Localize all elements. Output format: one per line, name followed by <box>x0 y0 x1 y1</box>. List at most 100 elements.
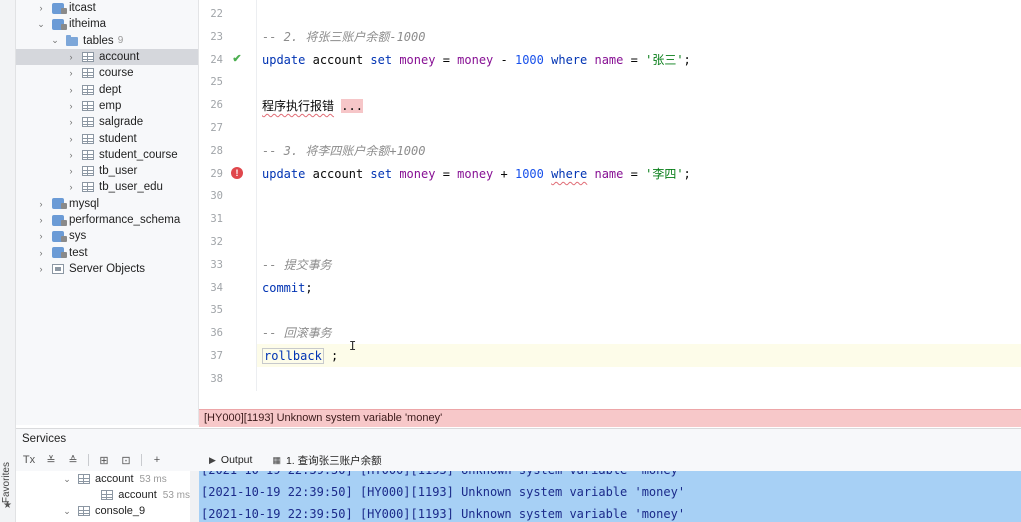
string-literal: '张三' <box>645 53 684 67</box>
tree-item-tb-user[interactable]: › tb_user <box>16 163 198 179</box>
semicolon: ; <box>683 167 691 181</box>
table-icon <box>82 133 94 144</box>
output-line: [2021-10-19 22:39:50] [HY000][1193] Unkn… <box>199 471 1021 481</box>
tab-output[interactable]: ▶ Output <box>199 449 262 471</box>
keyword: where <box>551 53 588 67</box>
chevron-right-icon[interactable]: › <box>66 182 76 192</box>
line-number: 27 <box>210 122 223 134</box>
tab-label: 1. 查询张三账户余额 <box>285 454 382 467</box>
toolbar-divider <box>141 454 142 466</box>
tree-item-student-course[interactable]: › student_course <box>16 147 198 163</box>
chevron-right-icon[interactable]: › <box>66 52 76 62</box>
semicolon: ; <box>323 349 339 363</box>
tree-item-sys[interactable]: › sys <box>16 228 198 244</box>
tree-item-salgrade[interactable]: › salgrade <box>16 114 198 130</box>
text-cursor-icon: I <box>349 339 357 353</box>
chevron-down-icon[interactable]: ⌄ <box>36 19 46 30</box>
tree-item-tables[interactable]: ⌄ tables 9 <box>16 33 198 49</box>
toolbar-divider <box>88 454 89 466</box>
line-number: 26 <box>210 99 223 112</box>
operator: - <box>500 53 508 67</box>
column-name: money <box>457 53 494 67</box>
chevron-right-icon[interactable]: › <box>66 134 76 144</box>
tree-item-emp[interactable]: › emp <box>16 98 198 114</box>
tree-item-server-objects[interactable]: › Server Objects <box>16 261 198 277</box>
keyword: set <box>370 167 393 181</box>
operator: = <box>442 167 450 181</box>
favorites-tab[interactable]: Favorites <box>1 462 12 503</box>
table-icon <box>82 100 94 111</box>
database-tree: › itcast ⌄ itheima ⌄ tables 9 › account › course › d… <box>16 0 199 425</box>
operator: = <box>630 53 638 67</box>
service-tree-item[interactable]: account 53 ms <box>16 487 190 503</box>
left-tool-strip: Favorites ★ <box>0 0 16 522</box>
line-number: 38 <box>210 372 223 385</box>
tab-query-result[interactable]: ▦ 1. 查询张三账户余额 <box>262 449 391 471</box>
tree-item-label: mysql <box>69 197 100 210</box>
code-comment: -- 回滚事务 <box>262 326 332 340</box>
tree-item-itcast[interactable]: › itcast <box>16 0 198 16</box>
tree-item-mysql[interactable]: › mysql <box>16 196 198 212</box>
line-number: 34 <box>210 281 223 294</box>
output-console[interactable]: [2021-10-19 22:39:50] [HY000][1193] Unkn… <box>199 471 1021 522</box>
transaction-mode-button[interactable]: Tx <box>22 454 36 466</box>
error-icon[interactable]: ! <box>231 167 243 179</box>
tree-item-tb-user-edu[interactable]: › tb_user_edu <box>16 179 198 195</box>
tree-item-test[interactable]: › test <box>16 244 198 260</box>
service-item-label: console_9 <box>95 505 146 517</box>
chevron-right-icon[interactable]: › <box>36 215 46 225</box>
keyword: update <box>262 167 306 181</box>
database-icon <box>52 214 67 226</box>
tree-item-course[interactable]: › course <box>16 65 198 81</box>
keyword: commit <box>262 281 306 295</box>
tree-item-label: tb_user <box>99 165 138 178</box>
expand-all-button[interactable]: ≚ <box>44 454 58 467</box>
error-text: 程序执行报错 <box>262 99 335 113</box>
chevron-right-icon[interactable]: › <box>66 150 76 160</box>
code-comment: -- 3. 将李四账户余额+1000 <box>262 144 426 158</box>
group-by-button[interactable]: ⊞ <box>97 454 111 467</box>
chevron-right-icon[interactable]: › <box>36 248 46 258</box>
chevron-right-icon[interactable]: › <box>36 3 46 13</box>
line-number: 36 <box>210 327 223 340</box>
service-tree-item[interactable]: ⌄ account 53 ms <box>16 471 190 487</box>
chevron-right-icon[interactable]: › <box>66 68 76 78</box>
chevron-right-icon[interactable]: › <box>66 166 76 176</box>
tree-item-performance-schema[interactable]: › performance_schema <box>16 212 198 228</box>
column-name: name <box>594 167 624 181</box>
add-service-button[interactable]: + <box>150 454 164 466</box>
chevron-down-icon[interactable]: ⌄ <box>62 474 72 485</box>
tree-item-itheima[interactable]: ⌄ itheima <box>16 16 198 32</box>
chevron-down-icon[interactable]: ⌄ <box>62 506 72 517</box>
chevron-right-icon[interactable]: › <box>36 264 46 274</box>
tree-item-label: Server Objects <box>69 262 146 275</box>
line-number: 30 <box>210 190 223 203</box>
folder-icon <box>66 35 78 47</box>
tree-item-dept[interactable]: › dept <box>16 81 198 97</box>
editor-gutter: ✔ ! 22 23 24 25 26 27 28 29 30 31 32 33 34 35 36 37 38 <box>199 0 257 391</box>
service-tree-item[interactable]: ⌄ console_9 <box>16 503 190 519</box>
chevron-right-icon[interactable]: › <box>66 101 76 111</box>
number-literal: 1000 <box>514 53 544 67</box>
tree-item-student[interactable]: › student <box>16 130 198 146</box>
tree-item-label: sys <box>69 230 87 243</box>
database-icon <box>52 230 67 242</box>
tree-item-label: salgrade <box>99 116 144 129</box>
line-number: 25 <box>210 76 223 89</box>
table-icon: ▦ <box>272 454 281 465</box>
filter-button[interactable]: ⊡ <box>119 454 133 467</box>
chevron-right-icon[interactable]: › <box>66 117 76 127</box>
column-name: name <box>594 53 624 67</box>
code-line-error-text: 程序执行报错 ... <box>262 98 363 114</box>
output-icon: ▶ <box>209 454 216 465</box>
panel-splitter[interactable] <box>190 471 199 522</box>
chevron-down-icon[interactable]: ⌄ <box>50 35 60 46</box>
collapse-all-button[interactable]: ≙ <box>66 454 80 467</box>
service-item-label: account <box>95 473 134 485</box>
chevron-right-icon[interactable]: › <box>36 231 46 241</box>
tree-item-account[interactable]: › account <box>16 48 198 66</box>
chevron-right-icon[interactable]: › <box>66 85 76 95</box>
chevron-right-icon[interactable]: › <box>36 199 46 209</box>
star-icon[interactable]: ★ <box>3 500 12 511</box>
services-toolbar: Tx ≚ ≙ ⊞ ⊡ + <box>16 449 199 471</box>
